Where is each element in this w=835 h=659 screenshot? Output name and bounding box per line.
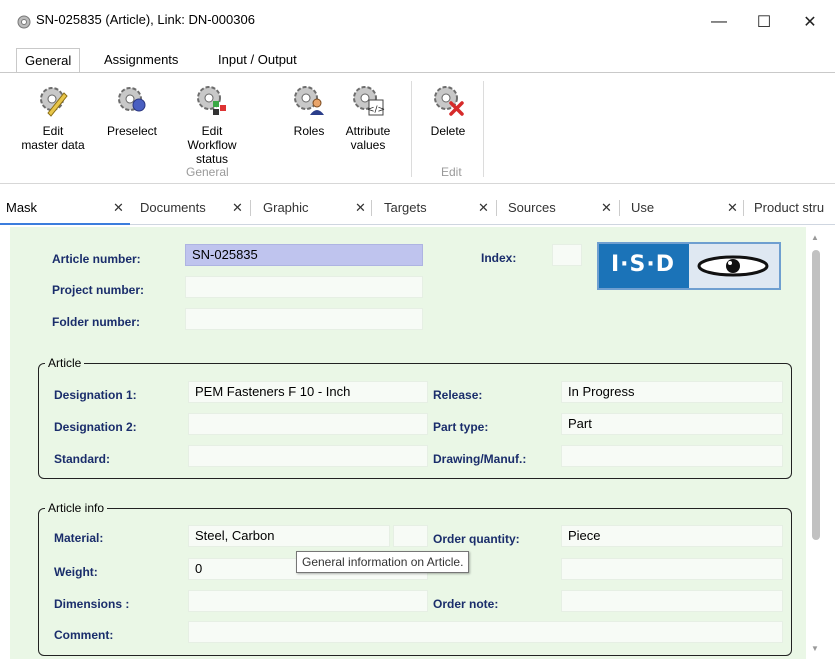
comment-field[interactable]	[188, 621, 783, 643]
folder-number-label: Folder number:	[52, 315, 141, 329]
drawing-manuf-label: Drawing/Manuf.:	[433, 452, 527, 466]
roles-icon	[294, 86, 324, 115]
ribbon-group-separator-2	[483, 81, 484, 177]
tab-use-close-icon[interactable]: ✕	[727, 192, 738, 224]
article-number-field[interactable]: SN-025835	[185, 244, 423, 266]
dimensions-label: Dimensions :	[54, 597, 130, 611]
ribbon-tab-input-output[interactable]: Input / Output	[210, 48, 305, 72]
designation2-field[interactable]	[188, 413, 428, 435]
ribbon-tab-general[interactable]: General	[16, 48, 81, 74]
project-number-label: Project number:	[52, 283, 145, 297]
title-bar: SN-025835 (Article), Link: DN-000306 — ☐…	[0, 0, 835, 46]
tab-graphic-close-icon[interactable]: ✕	[355, 192, 366, 224]
maximize-button[interactable]: ☐	[752, 10, 776, 34]
roles-button[interactable]: Roles	[286, 83, 332, 138]
release-field[interactable]: In Progress	[561, 381, 783, 403]
tab-sources-close-icon[interactable]: ✕	[601, 192, 612, 224]
tab-divider	[743, 200, 744, 216]
order-quantity-unit-field[interactable]	[561, 558, 783, 580]
edit-master-data-icon	[40, 87, 68, 117]
designation1-label: Designation 1:	[54, 388, 137, 402]
article-group-title: Article	[45, 356, 85, 370]
tab-mask-close-icon[interactable]: ✕	[113, 192, 124, 224]
material-extra-field[interactable]	[393, 525, 428, 547]
part-type-label: Part type:	[433, 420, 489, 434]
delete-button[interactable]: Delete	[422, 83, 474, 138]
index-label: Index:	[481, 251, 517, 265]
order-note-field[interactable]	[561, 590, 783, 612]
tab-use[interactable]: Use	[631, 192, 654, 224]
ribbon-tab-assignments[interactable]: Assignments	[96, 48, 186, 72]
delete-label: Delete	[430, 124, 466, 138]
scroll-down-arrow-icon[interactable]: ▼	[811, 644, 819, 653]
tab-divider	[619, 200, 620, 216]
tab-product-structure[interactable]: Product stru	[754, 192, 824, 224]
tab-divider	[250, 200, 251, 216]
designation1-field[interactable]: PEM Fasteners F 10 - Inch	[188, 381, 428, 403]
edit-workflow-line1: Edit	[201, 124, 223, 138]
isd-logo-text: I·S·D	[611, 252, 676, 277]
edit-master-data-button[interactable]: Edit master data	[16, 83, 90, 152]
comment-label: Comment:	[54, 628, 114, 642]
workflow-status-icon	[197, 86, 226, 115]
dimensions-field[interactable]	[188, 590, 428, 612]
window-title: SN-025835 (Article), Link: DN-000306	[36, 12, 255, 27]
scroll-up-arrow-icon[interactable]: ▲	[811, 233, 819, 242]
tab-targets[interactable]: Targets	[384, 192, 427, 224]
order-note-label: Order note:	[433, 597, 499, 611]
drawing-manuf-field[interactable]	[561, 445, 783, 467]
edit-master-data-line2: master data	[21, 138, 85, 152]
tab-divider	[371, 200, 372, 216]
attribute-values-line1: Attribute	[345, 124, 391, 138]
project-number-field[interactable]	[185, 276, 423, 298]
app-gear-icon	[17, 15, 31, 29]
article-number-label: Article number:	[52, 252, 141, 266]
standard-field[interactable]	[188, 445, 428, 467]
attribute-values-line2: values	[350, 138, 386, 152]
index-field[interactable]	[552, 244, 582, 266]
material-field[interactable]: Steel, Carbon	[188, 525, 390, 547]
tab-documents-close-icon[interactable]: ✕	[232, 192, 243, 224]
ribbon-panel: Edit master data Preselect Edit Workflow…	[0, 72, 835, 184]
attribute-values-icon: </>	[353, 86, 385, 116]
tab-targets-close-icon[interactable]: ✕	[478, 192, 489, 224]
release-label: Release:	[433, 388, 483, 402]
attribute-values-button[interactable]: </> Attribute values	[336, 83, 400, 152]
folder-number-field[interactable]	[185, 308, 423, 330]
standard-label: Standard:	[54, 452, 111, 466]
designation2-label: Designation 2:	[54, 420, 137, 434]
weight-label: Weight:	[54, 565, 98, 579]
ribbon-group-separator	[411, 81, 412, 177]
ribbon-group-label-general: General	[186, 165, 229, 179]
material-label: Material:	[54, 531, 104, 545]
ribbon-group-label-edit: Edit	[441, 165, 462, 179]
edit-workflow-status-button[interactable]: Edit Workflow status	[170, 83, 254, 166]
document-tab-bar: Mask ✕ Documents ✕ Graphic ✕ Targets ✕ S…	[0, 192, 835, 225]
preselect-icon	[118, 87, 146, 112]
order-quantity-field[interactable]: Piece	[561, 525, 783, 547]
article-info-group-title: Article info	[45, 501, 108, 515]
tab-documents[interactable]: Documents	[140, 192, 206, 224]
order-quantity-label: Order quantity:	[433, 532, 520, 546]
tooltip: General information on Article.	[296, 551, 470, 573]
delete-icon	[434, 86, 464, 116]
roles-label: Roles	[293, 124, 325, 138]
part-type-field[interactable]: Part	[561, 413, 783, 435]
tab-divider	[496, 200, 497, 216]
isd-logo: I·S·D	[597, 242, 781, 290]
svg-text:</>: </>	[367, 105, 385, 115]
tab-graphic[interactable]: Graphic	[263, 192, 309, 224]
preselect-button[interactable]: Preselect	[101, 83, 163, 138]
tab-mask[interactable]: Mask	[6, 192, 37, 224]
tab-sources[interactable]: Sources	[508, 192, 556, 224]
minimize-button[interactable]: —	[707, 10, 731, 34]
close-button[interactable]: ✕	[798, 10, 822, 34]
edit-master-data-line1: Edit	[42, 124, 64, 138]
scrollbar-thumb[interactable]	[812, 250, 820, 540]
edit-workflow-line2: Workflow status	[187, 138, 237, 166]
preselect-label: Preselect	[106, 124, 158, 138]
